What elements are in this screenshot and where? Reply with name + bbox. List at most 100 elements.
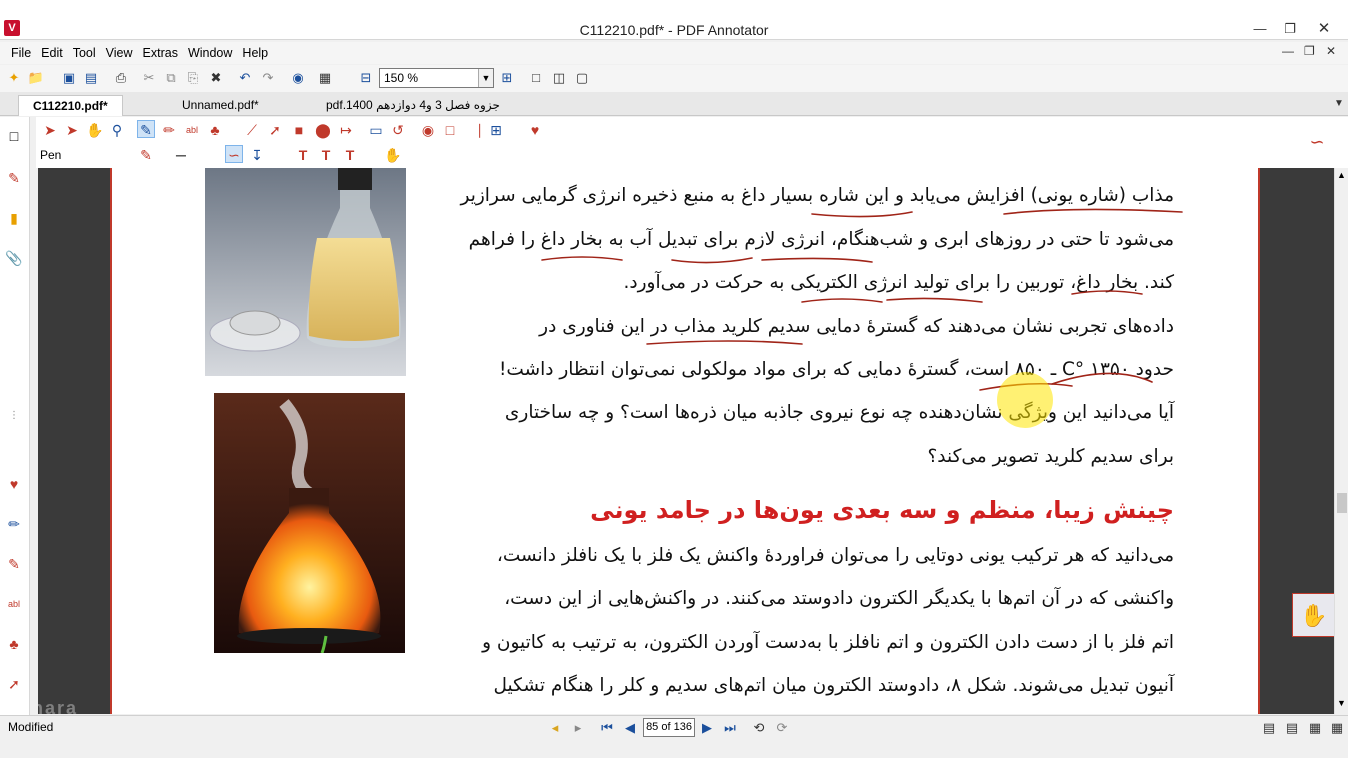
single-page-view-icon[interactable]: ▤: [1260, 719, 1278, 737]
find-binoculars-icon[interactable]: ◉: [289, 69, 307, 87]
scroll-thumb[interactable]: [1337, 493, 1347, 513]
minimize-button[interactable]: —: [1246, 20, 1274, 38]
prev-page-icon[interactable]: ◀: [621, 719, 639, 737]
restore-button[interactable]: ❐: [1276, 20, 1304, 38]
fit-width-icon[interactable]: ◫: [550, 69, 568, 87]
menu-edit[interactable]: Edit: [36, 46, 68, 60]
text-style-t2-icon[interactable]: T: [317, 146, 335, 164]
page-thumbnail-icon[interactable]: □: [5, 127, 23, 145]
line-tool-icon[interactable]: ⟋: [243, 121, 261, 139]
tab-jozveh[interactable]: جزوه فصل 3 و4 دوازدهم 1400.pdf: [312, 95, 514, 116]
menu-tool[interactable]: Tool: [68, 46, 101, 60]
menu-extras[interactable]: Extras: [138, 46, 183, 60]
favorite-heart-icon[interactable]: ♥: [5, 475, 23, 493]
redo-icon[interactable]: ↷: [259, 69, 277, 87]
arrow-line-icon[interactable]: ➚: [266, 121, 284, 139]
touch-mode-button[interactable]: ✋: [1292, 593, 1334, 637]
vertical-scrollbar[interactable]: ▲ ▼: [1334, 168, 1348, 714]
page-number-field[interactable]: 85 of 136: [643, 718, 695, 737]
page-layout-icon[interactable]: ▦: [316, 69, 334, 87]
text-style-t3-icon[interactable]: T: [341, 146, 359, 164]
zoom-out-icon[interactable]: ⊟: [357, 69, 375, 87]
delete-icon[interactable]: ✖: [207, 69, 225, 87]
pdf-page[interactable]: مذاب (شاره یونی) افزایش می‌یابد و این شا…: [110, 168, 1260, 714]
attachment-icon[interactable]: 📎: [5, 249, 23, 267]
select-arrow-icon[interactable]: ➤: [41, 121, 59, 139]
pen-color-icon[interactable]: ✎: [137, 146, 155, 164]
pen-annotations: [541, 208, 1183, 428]
next-page-icon[interactable]: ▶: [698, 719, 716, 737]
chevron-down-icon[interactable]: ▼: [478, 69, 493, 87]
eraser-icon[interactable]: ▭: [367, 121, 385, 139]
text-style-t1-icon[interactable]: T: [294, 146, 312, 164]
forward-icon[interactable]: ⟳: [773, 719, 791, 737]
watermark: sanara: [38, 698, 79, 714]
back-icon[interactable]: ⟲: [750, 719, 768, 737]
print-icon[interactable]: ⎙: [112, 69, 130, 87]
scroll-down-icon[interactable]: ▼: [1337, 698, 1346, 708]
tab-c112210[interactable]: C112210.pdf*: [18, 95, 123, 116]
continuous-view-icon[interactable]: ▤: [1283, 719, 1301, 737]
textbox-button-icon[interactable]: abl: [183, 121, 201, 139]
copy-icon[interactable]: ⧉: [162, 69, 180, 87]
undo-icon[interactable]: ↶: [236, 69, 254, 87]
pen-button[interactable]: ✎: [137, 120, 155, 138]
zoom-select[interactable]: 150 % ▼: [379, 68, 494, 88]
pen-tool-icon[interactable]: ✎: [5, 169, 23, 187]
save-as-icon[interactable]: ▤: [82, 69, 100, 87]
open-next-icon[interactable]: ▸: [569, 719, 587, 737]
current-tool-label: Pen: [40, 148, 62, 162]
select-text-icon[interactable]: ➤: [63, 121, 81, 139]
tabs-dropdown-icon[interactable]: ▼: [1330, 95, 1348, 113]
menu-help[interactable]: Help: [237, 46, 273, 60]
fullscreen-icon[interactable]: ▢: [573, 69, 591, 87]
fit-page-icon[interactable]: □: [527, 69, 545, 87]
first-page-icon[interactable]: ⏮: [598, 719, 616, 737]
insert-image-icon[interactable]: ⊞: [487, 121, 505, 139]
menu-view[interactable]: View: [101, 46, 138, 60]
save-icon[interactable]: ▣: [60, 69, 78, 87]
ruler-icon[interactable]: ⎹: [464, 121, 482, 139]
open-previous-icon[interactable]: ◂: [546, 719, 564, 737]
stamp-icon[interactable]: ♣: [5, 635, 23, 653]
smooth-line-icon[interactable]: ↧: [248, 146, 266, 164]
two-page-view-icon[interactable]: ▦: [1306, 719, 1324, 737]
folder-icon[interactable]: ▮: [5, 209, 23, 227]
mdi-close-button[interactable]: ✕: [1326, 44, 1336, 58]
camera-snapshot-icon[interactable]: ◉: [419, 121, 437, 139]
stamp-button-icon[interactable]: ♣: [206, 121, 224, 139]
zoom-tool-icon[interactable]: ⚲: [108, 121, 126, 139]
scroll-up-icon[interactable]: ▲: [1337, 170, 1346, 180]
cut-icon[interactable]: ✂: [140, 69, 158, 87]
marker-icon[interactable]: ✏: [5, 515, 23, 533]
hand-pan-icon[interactable]: ✋: [86, 121, 104, 139]
menu-window[interactable]: Window: [183, 46, 237, 60]
text-field-icon[interactable]: abl: [5, 595, 23, 613]
crop-icon[interactable]: □: [441, 121, 459, 139]
hand-touch-icon[interactable]: ✋: [384, 146, 402, 164]
close-window-button[interactable]: ✕: [1310, 20, 1338, 38]
pointer-highlight: [997, 372, 1053, 428]
last-page-icon[interactable]: ⏭: [721, 719, 739, 737]
paste-icon[interactable]: ⎘: [184, 69, 202, 87]
arrow-tool-icon[interactable]: ➚: [5, 675, 23, 693]
rectangle-tool-icon[interactable]: ■: [290, 121, 308, 139]
zoom-in-icon[interactable]: ⊞: [498, 69, 516, 87]
new-document-icon[interactable]: ✦: [5, 69, 23, 87]
mdi-minimize-button[interactable]: —: [1282, 44, 1294, 58]
menu-file[interactable]: File: [6, 46, 36, 60]
two-page-continuous-view-icon[interactable]: ▦: [1328, 719, 1346, 737]
highlighter-icon[interactable]: ✎: [5, 555, 23, 573]
line-width-icon[interactable]: ─: [172, 146, 190, 164]
highlighter-button-icon[interactable]: ✏: [160, 121, 178, 139]
lasso-icon[interactable]: ↺: [389, 121, 407, 139]
sidebar-resize-handle[interactable]: ⋮: [5, 407, 23, 425]
tab-unnamed[interactable]: Unnamed.pdf*: [168, 95, 273, 116]
mdi-restore-button[interactable]: ❐: [1304, 44, 1315, 58]
favorites-heart-icon[interactable]: ♥: [526, 121, 544, 139]
freehand-curve-icon[interactable]: ∽: [225, 145, 243, 163]
open-folder-icon[interactable]: 📁: [27, 69, 45, 87]
document-view[interactable]: مذاب (شاره یونی) افزایش می‌یابد و این شا…: [38, 168, 1334, 714]
ellipse-tool-icon[interactable]: ⬤: [314, 121, 332, 139]
measure-tool-icon[interactable]: ↦: [337, 121, 355, 139]
